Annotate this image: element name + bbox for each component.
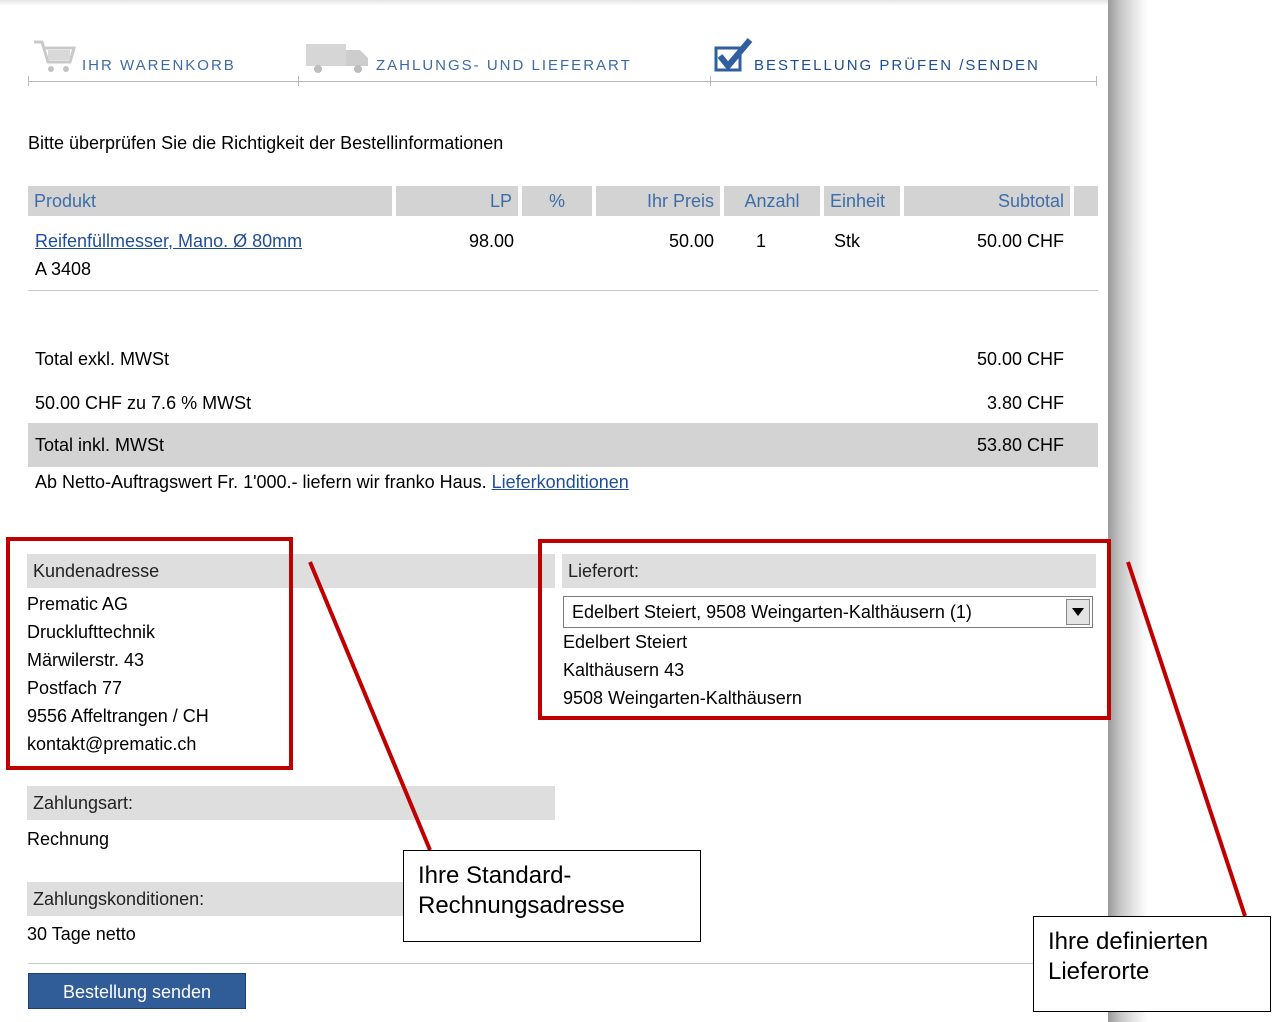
delivery-locations-callout: Ihre definierten Lieferorte (1033, 916, 1271, 1012)
billing-address-highlight (6, 537, 293, 770)
billing-pointer-line (308, 561, 432, 851)
delivery-pointer-line (1126, 561, 1247, 917)
callout-line: Ihre definierten (1048, 928, 1209, 955)
billing-address-callout: Ihre Standard- Rechnungsadresse (403, 850, 701, 942)
delivery-location-highlight (538, 539, 1111, 720)
callout-line: Ihre Standard- (418, 862, 572, 889)
callout-line: Rechnungsadresse (418, 892, 625, 919)
callout-line: Lieferorte (1048, 958, 1150, 985)
